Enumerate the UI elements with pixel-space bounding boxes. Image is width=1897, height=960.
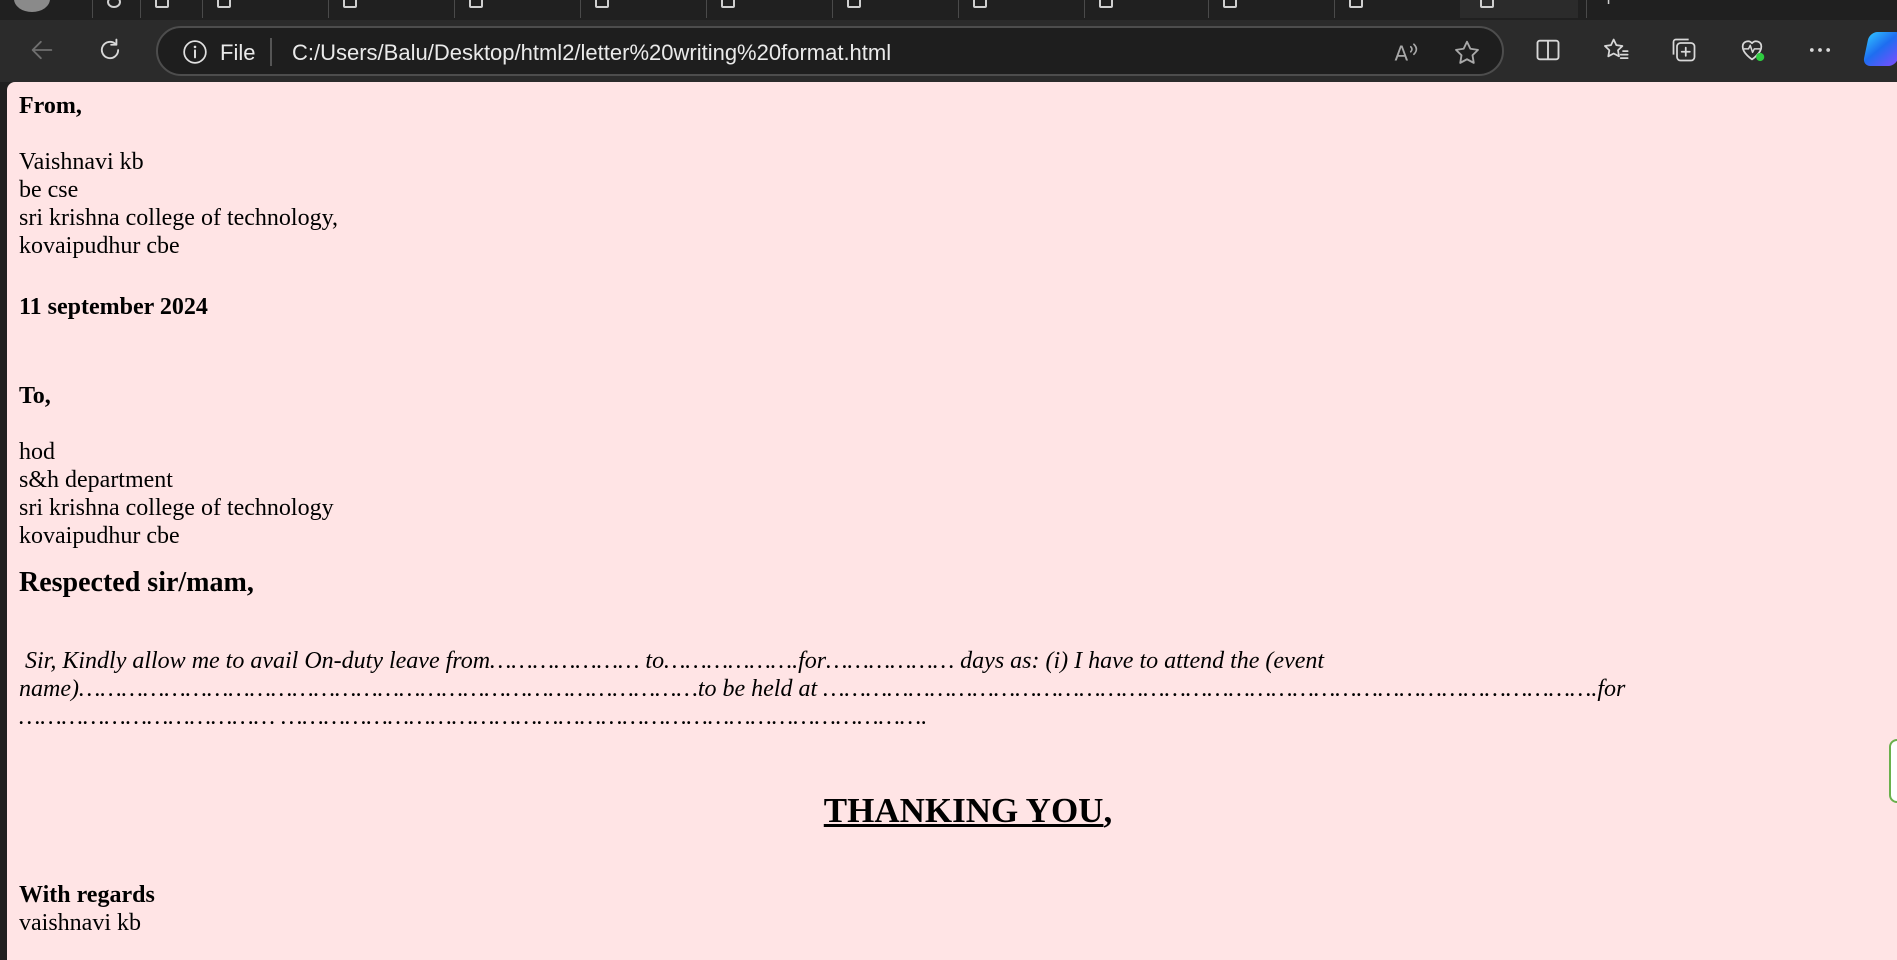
url-text[interactable]: C:/Users/Balu/Desktop/html2/letter%20wri… [292, 40, 891, 66]
tab-favicon-icon [469, 0, 483, 8]
sender-address: Vaishnavi kb be cse sri krishna college … [19, 148, 1879, 260]
tab-favicon-icon [847, 0, 861, 8]
performance-button[interactable] [1730, 28, 1774, 72]
page-viewport: From, Vaishnavi kb be cse sri krishna co… [7, 82, 1897, 960]
tab-actions-icon [155, 0, 169, 8]
tab-favicon-icon [1480, 0, 1494, 8]
collections-button[interactable] [1662, 28, 1706, 72]
browser-tab[interactable] [202, 0, 326, 18]
info-icon[interactable] [182, 39, 208, 65]
recipient-line: s&h department [19, 467, 173, 493]
browser-tab[interactable] [706, 0, 830, 18]
back-arrow-icon [31, 40, 53, 60]
closing-punctuation: , [1103, 791, 1113, 830]
heartbeat-icon [1741, 40, 1765, 62]
star-icon[interactable] [1452, 38, 1482, 68]
browser-tab[interactable] [328, 0, 452, 18]
browser-tab[interactable] [958, 0, 1082, 18]
copilot-icon[interactable] [1862, 32, 1897, 66]
tab-strip [0, 0, 1897, 20]
refresh-icon [100, 38, 120, 60]
browser-tab[interactable] [1208, 0, 1332, 18]
new-tab-button[interactable] [1586, 0, 1710, 18]
tab-favicon-icon [595, 0, 609, 8]
tab-favicon-icon [1099, 0, 1113, 8]
letter-date: 11 september 2024 [19, 294, 208, 320]
collections-icon [1672, 38, 1696, 62]
sender-line: sri krishna college of technology, [19, 205, 339, 231]
recipient-line: hod [19, 439, 55, 465]
sender-line: Vaishnavi kb [19, 149, 144, 175]
tab-favicon-icon [1223, 0, 1237, 8]
settings-more-button[interactable] [1798, 28, 1842, 72]
refresh-button[interactable] [88, 28, 132, 72]
browser-tab[interactable] [832, 0, 956, 18]
browser-tab[interactable] [580, 0, 704, 18]
body-line: ……………………………… ………………………………………………………………………… [19, 704, 928, 730]
regards-label: With regards [19, 882, 155, 908]
body-line: Sir, Kindly allow me to avail On-duty le… [19, 648, 1325, 674]
tab-favicon-icon [217, 0, 231, 8]
back-button[interactable] [20, 28, 64, 72]
recipient-address: hod s&h department sri krishna college o… [19, 438, 1879, 550]
to-label: To, [19, 383, 51, 409]
letter: From, Vaishnavi kb be cse sri krishna co… [19, 92, 1879, 937]
tab-favicon-icon [721, 0, 735, 8]
favorites-icon [1604, 38, 1629, 60]
tab-favicon-icon [343, 0, 357, 8]
workspaces-icon [107, 0, 121, 8]
split-screen-button[interactable] [1526, 28, 1570, 72]
svg-text:A: A [1395, 42, 1409, 66]
from-label: From, [19, 93, 82, 119]
closing-heading: THANKING YOU, [19, 791, 1879, 831]
body-line: name)……………………………………………………………………………to be … [19, 676, 1626, 702]
tab-favicon-icon [1349, 0, 1363, 8]
recipient-line: sri krishna college of technology [19, 495, 334, 521]
address-divider [270, 38, 272, 66]
browser-tab[interactable] [1334, 0, 1458, 18]
address-bar[interactable]: File C:/Users/Balu/Desktop/html2/letter%… [156, 26, 1504, 76]
split-screen-icon [1536, 39, 1560, 61]
signature-name: vaishnavi kb [19, 910, 141, 936]
letter-body: Sir, Kindly allow me to avail On-duty le… [19, 647, 1879, 731]
closing-text: THANKING YOU [823, 791, 1104, 830]
more-dots-icon [1809, 48, 1831, 52]
browser-tab-active[interactable] [1460, 0, 1578, 18]
browser-tab[interactable] [454, 0, 578, 18]
recipient-line: kovaipudhur cbe [19, 523, 180, 549]
site-scheme-label[interactable]: File [220, 40, 255, 66]
browser-toolbar: File C:/Users/Balu/Desktop/html2/letter%… [0, 20, 1897, 82]
browser-tab[interactable] [1084, 0, 1208, 18]
sender-line: kovaipudhur cbe [19, 233, 180, 259]
tab-favicon-icon [973, 0, 987, 8]
read-aloud-icon[interactable]: A [1392, 38, 1422, 68]
favorites-button[interactable] [1594, 28, 1638, 72]
salutation: Respected sir/mam, [19, 567, 254, 598]
sender-line: be cse [19, 177, 79, 203]
sidebar-toggle-handle[interactable] [1889, 739, 1897, 803]
plus-icon [1601, 0, 1616, 9]
profile-avatar[interactable] [14, 0, 50, 12]
